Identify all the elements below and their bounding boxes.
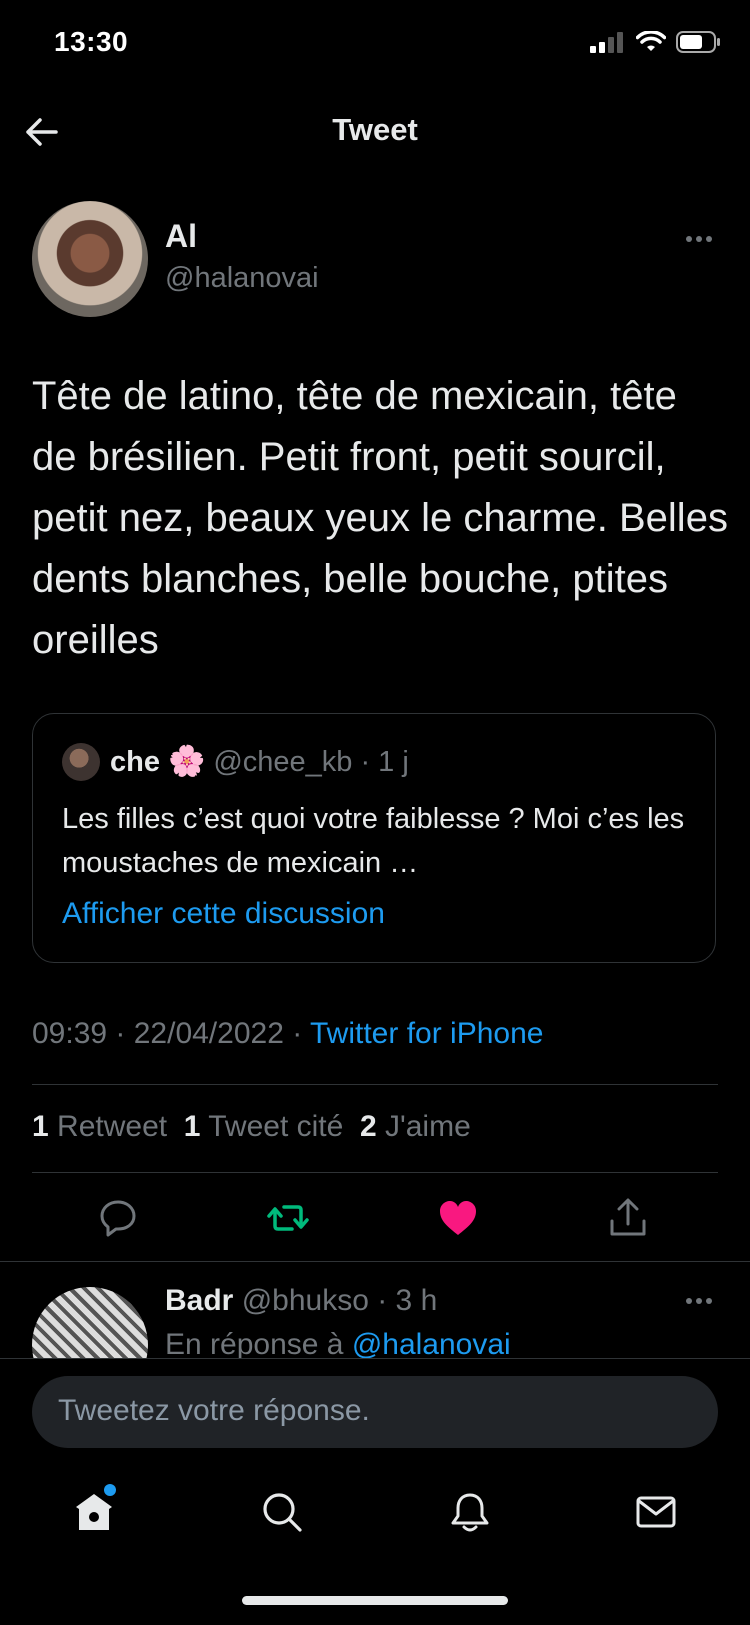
divider [32,1172,718,1173]
divider [0,1261,750,1262]
reply-header[interactable]: Badr @bhukso · 3 h [165,1284,437,1318]
reply-context: En réponse à @halanovai [165,1328,511,1362]
quote-text: Les filles c’est quoi votre faiblesse ? … [62,803,685,879]
quote-header: che 🌸 @chee_kb · 1 j [110,744,409,779]
status-time: 13:30 [54,26,129,57]
quotes-stat[interactable]: 1 Tweet cité [184,1110,344,1143]
likes-count: 2 [359,1110,377,1143]
show-thread-link[interactable]: Afficher cette discussion [62,897,385,931]
signal-icon [590,32,623,53]
retweet-icon[interactable] [266,1196,310,1240]
reply-icon[interactable] [96,1196,140,1240]
quote-author-emoji: 🌸 [167,745,206,778]
reply-handle-time: @bhukso · 3 h [241,1284,438,1317]
battery-icon [676,31,720,53]
tweet-actions [0,1196,750,1240]
tweet-timestamp: 09:39 · 22/04/2022 · [32,1017,303,1050]
home-indicator [242,1596,508,1605]
author-avatar[interactable] [32,201,148,317]
retweets-label: Retweet [57,1110,168,1143]
likes-label: J'aime [385,1110,471,1143]
quotes-label: Tweet cité [208,1110,344,1143]
reply-mention-link[interactable]: @halanovai [352,1328,511,1361]
page-title: Tweet [332,112,418,147]
messages-envelope-icon[interactable] [634,1490,678,1534]
wifi-icon [636,31,666,51]
quotes-count: 1 [183,1110,201,1143]
tweet-source-link[interactable]: Twitter for iPhone [310,1017,543,1050]
quote-author-handle: @chee_kb [213,746,353,778]
reply-more-options-icon[interactable] [686,1296,718,1306]
search-icon[interactable] [260,1490,304,1534]
reply-composer-placeholder: Tweetez votre réponse. [58,1394,370,1427]
reply-context-prefix: En réponse à [165,1328,344,1361]
share-icon[interactable] [606,1196,650,1240]
quote-time: · 1 j [360,746,409,778]
divider [32,1084,718,1085]
likes-stat[interactable]: 2 J'aime [360,1110,471,1143]
notifications-bell-icon[interactable] [448,1490,492,1534]
quote-author-name: che [110,746,160,778]
reply-author-name: Badr [165,1284,234,1317]
notification-dot [104,1484,116,1496]
author-handle[interactable]: @halanovai [165,262,319,295]
status-icons [590,30,722,54]
tweet-text: Tête de latino, tête de mexicain, tête d… [32,374,728,662]
author-name[interactable]: Al [165,218,197,255]
tweet-stats: 1 Retweet 1 Tweet cité 2 J'aime [32,1110,471,1144]
retweets-count: 1 [32,1110,49,1143]
more-options-icon[interactable] [686,234,718,244]
home-icon[interactable] [72,1490,116,1534]
like-filled-icon[interactable] [436,1196,480,1240]
tweet-timestamp-line: 09:39 · 22/04/2022 · Twitter for iPhone [32,1017,543,1051]
retweets-stat[interactable]: 1 Retweet [32,1110,167,1143]
quote-author-avatar [62,743,100,781]
